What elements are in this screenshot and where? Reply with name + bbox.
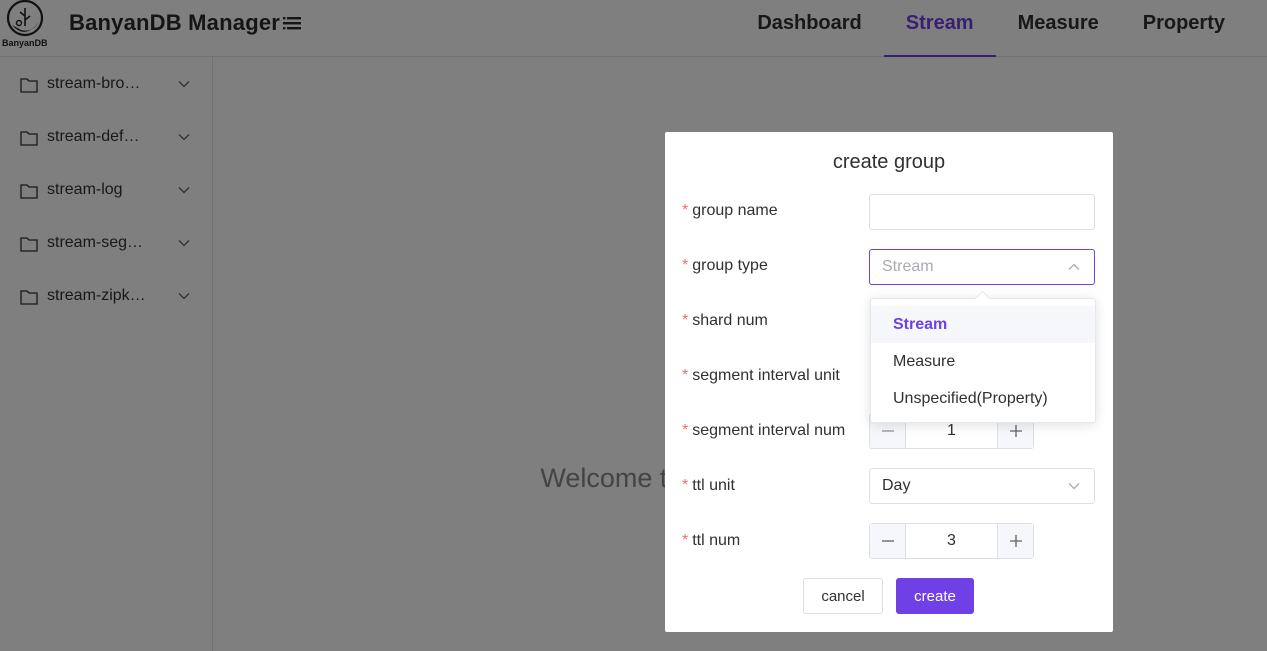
group-name-label: * group name <box>682 202 778 219</box>
decrement-button[interactable] <box>870 524 906 558</box>
ttl-unit-label: * ttl unit <box>682 477 735 494</box>
ttl-unit-value: Day <box>882 477 911 494</box>
segment-interval-num-value[interactable]: 1 <box>906 422 997 440</box>
dropdown-option-measure[interactable]: Measure <box>871 343 1095 380</box>
create-button[interactable]: create <box>896 578 974 614</box>
group-name-field[interactable] <box>869 194 1095 230</box>
segment-interval-num-label: * segment interval num <box>682 422 846 439</box>
group-type-dropdown: Stream Measure Unspecified(Property) <box>870 298 1096 423</box>
required-mark: * <box>682 422 689 439</box>
minus-icon <box>882 430 894 432</box>
shard-num-label: * shard num <box>682 312 768 329</box>
ttl-unit-select[interactable]: Day <box>869 468 1095 504</box>
group-type-placeholder: Stream <box>882 258 934 275</box>
group-type-label: * group type <box>682 257 768 274</box>
segment-interval-unit-label: * segment interval unit <box>682 367 840 384</box>
group-type-select[interactable]: Stream <box>869 249 1095 285</box>
chevron-up-icon <box>1068 263 1080 270</box>
required-mark: * <box>682 477 689 494</box>
minus-icon <box>882 540 894 542</box>
dialog-title: create group <box>832 151 946 173</box>
dropdown-option-unspecified-property[interactable]: Unspecified(Property) <box>871 380 1095 417</box>
plus-icon <box>1010 535 1022 547</box>
chevron-down-icon <box>1068 483 1080 490</box>
ttl-num-value[interactable]: 3 <box>906 532 997 550</box>
ttl-num-stepper: 3 <box>869 523 1034 559</box>
ttl-num-label: * ttl num <box>682 532 741 549</box>
required-mark: * <box>682 532 689 549</box>
group-name-input[interactable] <box>870 195 1094 229</box>
cancel-button[interactable]: cancel <box>803 578 883 614</box>
required-mark: * <box>682 367 689 384</box>
increment-button[interactable] <box>997 524 1033 558</box>
required-mark: * <box>682 202 689 219</box>
plus-icon <box>1010 425 1022 437</box>
required-mark: * <box>682 312 689 329</box>
dropdown-option-stream[interactable]: Stream <box>871 306 1095 343</box>
required-mark: * <box>682 257 689 274</box>
